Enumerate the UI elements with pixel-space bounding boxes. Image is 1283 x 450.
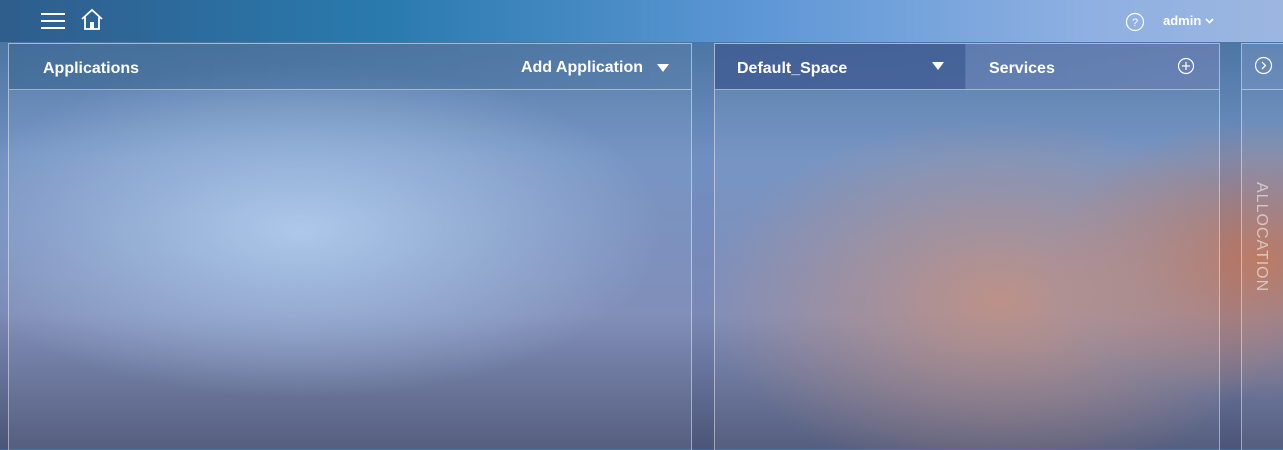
- applications-header: Applications Add Application: [9, 44, 691, 90]
- top-bar: ? admin: [0, 0, 1283, 42]
- applications-title: Applications: [43, 60, 140, 77]
- space-name: Default_Space: [737, 60, 848, 77]
- applications-panel: Applications Add Application: [8, 43, 692, 450]
- hamburger-menu-icon[interactable]: [40, 10, 66, 32]
- space-header: Default_Space Services: [715, 44, 1219, 90]
- services-header: Services: [966, 44, 1219, 89]
- svg-text:?: ?: [1132, 17, 1138, 29]
- allocation-header: [1242, 44, 1283, 90]
- user-name: admin: [1163, 13, 1202, 28]
- plus-circle-icon[interactable]: [1177, 57, 1195, 75]
- add-application-label: Add Application: [520, 59, 643, 76]
- chevron-down-icon: [1205, 17, 1214, 24]
- add-application-button[interactable]: Add Application: [521, 59, 669, 77]
- home-icon[interactable]: [80, 8, 104, 32]
- caret-down-icon: [932, 62, 944, 70]
- chevron-right-circle-icon[interactable]: [1254, 56, 1273, 75]
- space-panel: Default_Space Services: [714, 43, 1220, 450]
- services-title: Services: [989, 60, 1055, 77]
- user-menu[interactable]: admin: [1163, 13, 1214, 28]
- caret-down-icon: [657, 64, 669, 72]
- space-selector[interactable]: Default_Space: [715, 44, 965, 89]
- allocation-panel: ALLOCATION: [1241, 43, 1283, 450]
- help-icon[interactable]: ?: [1125, 12, 1145, 32]
- allocation-label[interactable]: ALLOCATION: [1252, 182, 1270, 292]
